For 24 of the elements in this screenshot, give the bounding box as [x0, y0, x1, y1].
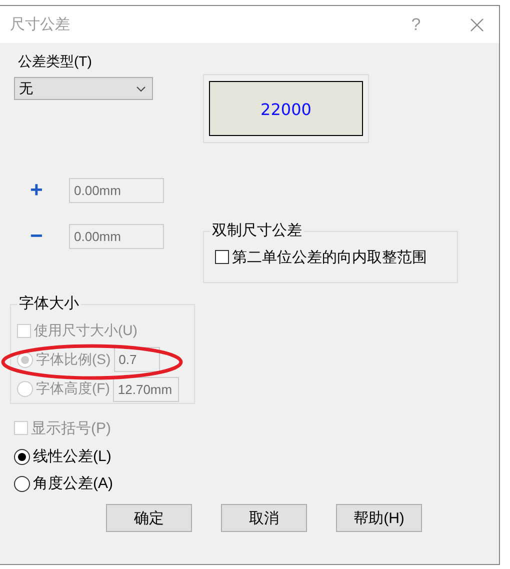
group-title: 双制尺寸公差	[210, 221, 304, 240]
radio-button[interactable]	[14, 476, 30, 492]
checkbox[interactable]	[215, 250, 229, 264]
chevron-down-icon	[136, 86, 146, 92]
dialog-button[interactable]: 确定	[106, 504, 192, 532]
help-button[interactable]: ?	[406, 14, 426, 34]
checkbox-label: 显示括号(P)	[31, 418, 111, 438]
sign-label: −	[29, 223, 44, 249]
dialog-button[interactable]: 帮助(H)	[336, 504, 422, 532]
option-label: 字体高度(F)	[36, 380, 110, 398]
option-label: 使用尺寸大小(U)	[34, 322, 138, 340]
close-icon[interactable]	[470, 18, 484, 32]
field-label: 公差类型(T)	[17, 53, 93, 71]
option-label: 字体比例(S)	[36, 350, 111, 369]
checkbox-label: 第二单位公差的向内取整范围	[232, 248, 427, 266]
group-title: 字体大小	[17, 294, 81, 313]
window-title: 尺寸公差	[10, 15, 71, 34]
tolerance-type-dropdown[interactable]: 无	[14, 77, 153, 100]
radio-button[interactable]	[14, 448, 30, 464]
sign-label: +	[29, 177, 44, 203]
radio-label: 线性公差(L)	[33, 447, 112, 466]
preview-text: 22000	[209, 81, 363, 136]
dialog-button[interactable]: 取消	[221, 504, 307, 532]
radio-label: 角度公差(A)	[33, 474, 113, 493]
